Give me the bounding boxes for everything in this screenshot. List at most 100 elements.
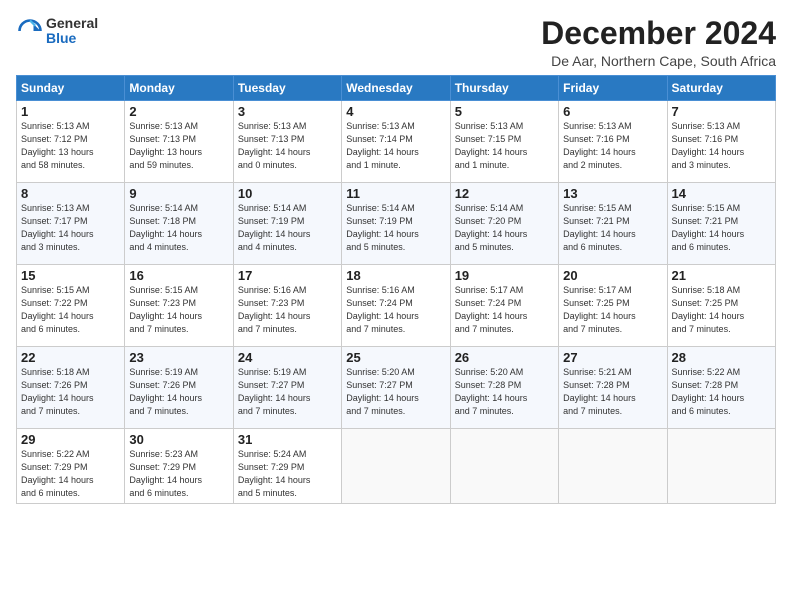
day-info: Sunrise: 5:13 AM Sunset: 7:13 PM Dayligh… <box>238 120 337 172</box>
day-number: 15 <box>21 268 120 283</box>
calendar-cell: 27Sunrise: 5:21 AM Sunset: 7:28 PM Dayli… <box>559 347 667 429</box>
day-number: 2 <box>129 104 228 119</box>
day-number: 4 <box>346 104 445 119</box>
header-wednesday: Wednesday <box>342 76 450 101</box>
day-number: 28 <box>672 350 771 365</box>
day-info: Sunrise: 5:24 AM Sunset: 7:29 PM Dayligh… <box>238 448 337 500</box>
day-number: 7 <box>672 104 771 119</box>
day-number: 17 <box>238 268 337 283</box>
day-number: 24 <box>238 350 337 365</box>
day-number: 21 <box>672 268 771 283</box>
day-number: 20 <box>563 268 662 283</box>
calendar-cell: 8Sunrise: 5:13 AM Sunset: 7:17 PM Daylig… <box>17 183 125 265</box>
day-number: 29 <box>21 432 120 447</box>
calendar-cell <box>342 429 450 504</box>
day-info: Sunrise: 5:13 AM Sunset: 7:12 PM Dayligh… <box>21 120 120 172</box>
calendar-cell: 31Sunrise: 5:24 AM Sunset: 7:29 PM Dayli… <box>233 429 341 504</box>
day-info: Sunrise: 5:13 AM Sunset: 7:15 PM Dayligh… <box>455 120 554 172</box>
logo-general-text: General <box>46 16 98 31</box>
day-info: Sunrise: 5:15 AM Sunset: 7:23 PM Dayligh… <box>129 284 228 336</box>
day-info: Sunrise: 5:17 AM Sunset: 7:25 PM Dayligh… <box>563 284 662 336</box>
calendar-cell: 2Sunrise: 5:13 AM Sunset: 7:13 PM Daylig… <box>125 101 233 183</box>
day-info: Sunrise: 5:16 AM Sunset: 7:24 PM Dayligh… <box>346 284 445 336</box>
calendar-cell: 3Sunrise: 5:13 AM Sunset: 7:13 PM Daylig… <box>233 101 341 183</box>
day-number: 25 <box>346 350 445 365</box>
day-number: 6 <box>563 104 662 119</box>
day-number: 19 <box>455 268 554 283</box>
calendar-cell: 16Sunrise: 5:15 AM Sunset: 7:23 PM Dayli… <box>125 265 233 347</box>
day-info: Sunrise: 5:13 AM Sunset: 7:16 PM Dayligh… <box>563 120 662 172</box>
calendar-cell: 6Sunrise: 5:13 AM Sunset: 7:16 PM Daylig… <box>559 101 667 183</box>
day-number: 1 <box>21 104 120 119</box>
day-info: Sunrise: 5:15 AM Sunset: 7:21 PM Dayligh… <box>563 202 662 254</box>
day-info: Sunrise: 5:18 AM Sunset: 7:26 PM Dayligh… <box>21 366 120 418</box>
day-number: 26 <box>455 350 554 365</box>
calendar-cell: 11Sunrise: 5:14 AM Sunset: 7:19 PM Dayli… <box>342 183 450 265</box>
day-number: 8 <box>21 186 120 201</box>
calendar-cell: 21Sunrise: 5:18 AM Sunset: 7:25 PM Dayli… <box>667 265 775 347</box>
logo-icon <box>16 17 44 45</box>
day-info: Sunrise: 5:14 AM Sunset: 7:20 PM Dayligh… <box>455 202 554 254</box>
day-info: Sunrise: 5:16 AM Sunset: 7:23 PM Dayligh… <box>238 284 337 336</box>
day-info: Sunrise: 5:13 AM Sunset: 7:14 PM Dayligh… <box>346 120 445 172</box>
calendar-cell: 29Sunrise: 5:22 AM Sunset: 7:29 PM Dayli… <box>17 429 125 504</box>
logo: General Blue <box>16 16 98 47</box>
day-number: 13 <box>563 186 662 201</box>
day-number: 31 <box>238 432 337 447</box>
day-number: 3 <box>238 104 337 119</box>
calendar-cell: 4Sunrise: 5:13 AM Sunset: 7:14 PM Daylig… <box>342 101 450 183</box>
day-info: Sunrise: 5:20 AM Sunset: 7:28 PM Dayligh… <box>455 366 554 418</box>
header: General Blue December 2024 De Aar, North… <box>16 16 776 69</box>
calendar-cell: 12Sunrise: 5:14 AM Sunset: 7:20 PM Dayli… <box>450 183 558 265</box>
header-saturday: Saturday <box>667 76 775 101</box>
header-monday: Monday <box>125 76 233 101</box>
location-subtitle: De Aar, Northern Cape, South Africa <box>541 53 776 69</box>
day-info: Sunrise: 5:15 AM Sunset: 7:22 PM Dayligh… <box>21 284 120 336</box>
calendar-cell: 25Sunrise: 5:20 AM Sunset: 7:27 PM Dayli… <box>342 347 450 429</box>
header-sunday: Sunday <box>17 76 125 101</box>
header-friday: Friday <box>559 76 667 101</box>
day-info: Sunrise: 5:19 AM Sunset: 7:27 PM Dayligh… <box>238 366 337 418</box>
calendar-cell: 24Sunrise: 5:19 AM Sunset: 7:27 PM Dayli… <box>233 347 341 429</box>
day-number: 18 <box>346 268 445 283</box>
calendar-cell: 17Sunrise: 5:16 AM Sunset: 7:23 PM Dayli… <box>233 265 341 347</box>
day-info: Sunrise: 5:13 AM Sunset: 7:16 PM Dayligh… <box>672 120 771 172</box>
day-info: Sunrise: 5:17 AM Sunset: 7:24 PM Dayligh… <box>455 284 554 336</box>
calendar-cell: 18Sunrise: 5:16 AM Sunset: 7:24 PM Dayli… <box>342 265 450 347</box>
calendar-cell: 23Sunrise: 5:19 AM Sunset: 7:26 PM Dayli… <box>125 347 233 429</box>
day-number: 27 <box>563 350 662 365</box>
day-info: Sunrise: 5:20 AM Sunset: 7:27 PM Dayligh… <box>346 366 445 418</box>
day-info: Sunrise: 5:13 AM Sunset: 7:17 PM Dayligh… <box>21 202 120 254</box>
calendar-cell: 7Sunrise: 5:13 AM Sunset: 7:16 PM Daylig… <box>667 101 775 183</box>
day-number: 23 <box>129 350 228 365</box>
day-info: Sunrise: 5:18 AM Sunset: 7:25 PM Dayligh… <box>672 284 771 336</box>
day-number: 16 <box>129 268 228 283</box>
calendar-cell: 15Sunrise: 5:15 AM Sunset: 7:22 PM Dayli… <box>17 265 125 347</box>
logo-text: General Blue <box>46 16 98 47</box>
logo-blue-text: Blue <box>46 31 98 46</box>
day-number: 22 <box>21 350 120 365</box>
weekday-header-row: Sunday Monday Tuesday Wednesday Thursday… <box>17 76 776 101</box>
day-info: Sunrise: 5:23 AM Sunset: 7:29 PM Dayligh… <box>129 448 228 500</box>
day-number: 12 <box>455 186 554 201</box>
calendar-cell: 13Sunrise: 5:15 AM Sunset: 7:21 PM Dayli… <box>559 183 667 265</box>
day-number: 10 <box>238 186 337 201</box>
day-info: Sunrise: 5:21 AM Sunset: 7:28 PM Dayligh… <box>563 366 662 418</box>
calendar-cell <box>559 429 667 504</box>
day-info: Sunrise: 5:14 AM Sunset: 7:19 PM Dayligh… <box>238 202 337 254</box>
calendar-table: Sunday Monday Tuesday Wednesday Thursday… <box>16 75 776 504</box>
header-tuesday: Tuesday <box>233 76 341 101</box>
calendar-cell: 30Sunrise: 5:23 AM Sunset: 7:29 PM Dayli… <box>125 429 233 504</box>
day-info: Sunrise: 5:19 AM Sunset: 7:26 PM Dayligh… <box>129 366 228 418</box>
day-number: 30 <box>129 432 228 447</box>
day-info: Sunrise: 5:14 AM Sunset: 7:18 PM Dayligh… <box>129 202 228 254</box>
calendar-cell: 9Sunrise: 5:14 AM Sunset: 7:18 PM Daylig… <box>125 183 233 265</box>
calendar-cell: 5Sunrise: 5:13 AM Sunset: 7:15 PM Daylig… <box>450 101 558 183</box>
day-number: 9 <box>129 186 228 201</box>
calendar-cell <box>450 429 558 504</box>
day-number: 14 <box>672 186 771 201</box>
calendar-cell: 20Sunrise: 5:17 AM Sunset: 7:25 PM Dayli… <box>559 265 667 347</box>
calendar-cell <box>667 429 775 504</box>
day-info: Sunrise: 5:14 AM Sunset: 7:19 PM Dayligh… <box>346 202 445 254</box>
title-block: December 2024 De Aar, Northern Cape, Sou… <box>541 16 776 69</box>
